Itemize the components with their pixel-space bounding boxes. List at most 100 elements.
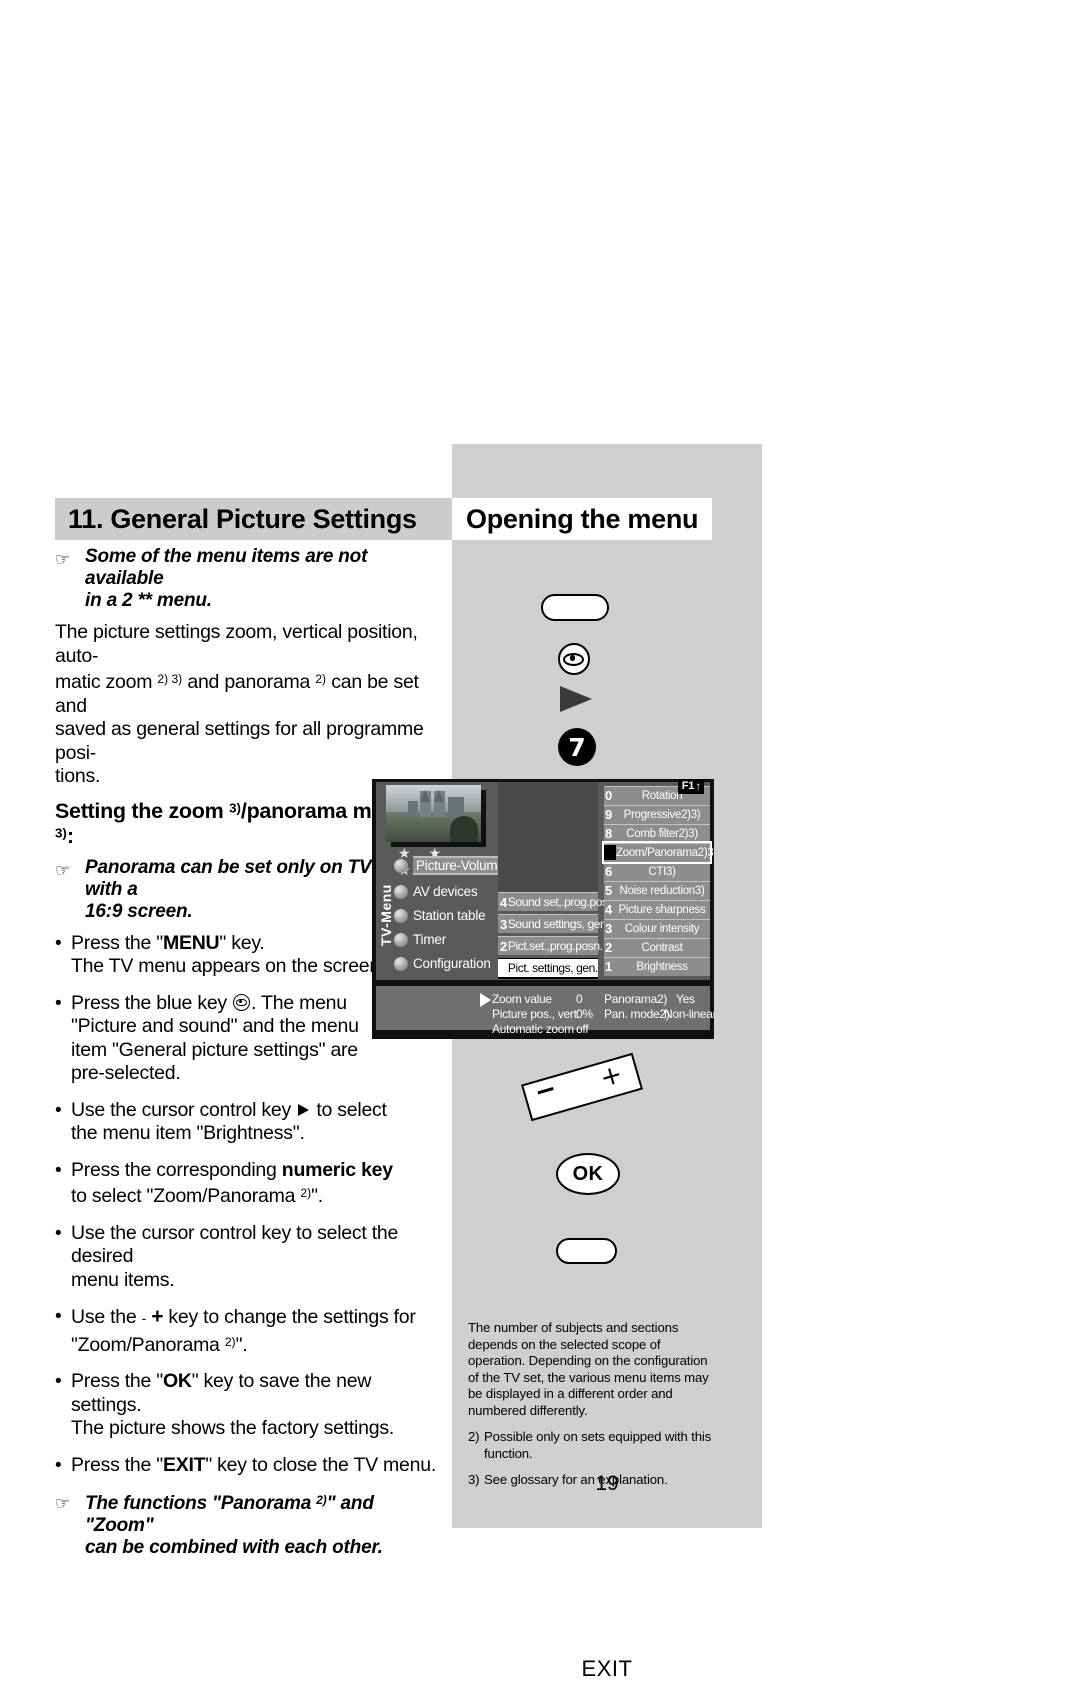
menu-item-label: Pict.set.,prog.posn.: [507, 939, 603, 953]
menu-item-comb-filter[interactable]: 8 Comb filter2)3): [604, 824, 710, 843]
menu-item-label: Noise reduction3): [619, 884, 705, 897]
menu-item-number: 3: [605, 921, 612, 937]
menu-item-pict-settings-gen[interactable]: 1 Pict. settings, gen.: [498, 958, 598, 979]
tv-menu-right-column: F1 ↑ 0 Rotation 9 Progressive2)3) 8 Comb…: [602, 779, 714, 980]
right-arrow-icon: [298, 1103, 310, 1116]
footnote-text: Possible only on sets equipped with this…: [484, 1429, 712, 1461]
menu-item-number: 7: [604, 845, 616, 861]
sidebar-item-configuration[interactable]: Configuration: [394, 954, 491, 973]
exit-key-button[interactable]: [556, 1238, 617, 1264]
bullet-ball-icon: [394, 884, 408, 899]
list-item: • Press the corresponding numeric key to …: [55, 1159, 445, 1209]
bullet-icon: •: [55, 1099, 62, 1121]
menu-item-label: Comb filter2)3): [626, 827, 698, 840]
bullet-icon: •: [55, 1454, 62, 1476]
bullet-ball-icon: [394, 858, 408, 873]
footnote-2: 2) Possible only on sets equipped with t…: [468, 1429, 716, 1462]
menu-item-number: 5: [605, 883, 612, 899]
status-value-automatic-zoom: off: [576, 1022, 589, 1036]
menu-item-cti[interactable]: 6 CTI3): [604, 862, 710, 881]
thumbnail-roof: [420, 790, 430, 803]
status-label-automatic-zoom: Automatic zoom: [492, 1022, 574, 1036]
sidebar-item-av-devices[interactable]: AV devices: [394, 882, 478, 901]
thumbnail-roof: [434, 790, 444, 803]
menu-item-label: Sound set,.prog.pos: [507, 895, 608, 909]
menu-item-sound-settings-gen[interactable]: 3 Sound settings, gen.: [498, 914, 610, 933]
menu-item-number: 2: [605, 940, 612, 956]
menu-item-number: 0: [605, 788, 612, 804]
panel-footnotes: The number of subjects and sections depe…: [468, 1320, 716, 1489]
sidebar-item-label: Station table: [413, 908, 486, 923]
chapter-title: 11. General Picture Settings: [68, 503, 417, 534]
exit-key-label: EXIT: [581, 1656, 633, 1681]
menu-item-label: CTI3): [648, 865, 676, 878]
f1-badge-label: F1: [681, 780, 695, 792]
sidebar-item-picture-volume[interactable]: Picture-Volume: [394, 856, 508, 875]
tv-menu-left-nav: ★ ★ ★ TV-Menu Picture-Volume AV devices …: [376, 782, 508, 980]
menu-item-number: 6: [605, 864, 612, 880]
menu-item-progressive[interactable]: 9 Progressive2)3): [604, 805, 710, 824]
bullet-ball-icon: [394, 908, 408, 923]
menu-item-contrast[interactable]: 2 Contrast: [604, 938, 710, 957]
menu-item-zoom-panorama[interactable]: 7 Zoom/Panorama2)3): [602, 841, 714, 864]
step-plus-minus: Use the - + key to change the settings f…: [71, 1305, 416, 1356]
note-combine: ☞ The functions "Panorama 2)" and "Zoom"…: [55, 1490, 445, 1559]
menu-item-label: Contrast: [641, 941, 683, 954]
menu-item-colour-intensity[interactable]: 3 Colour intensity: [604, 919, 710, 938]
step-numeric-key: Press the corresponding numeric key to se…: [71, 1158, 393, 1208]
f1-badge: F1 ↑: [677, 779, 704, 794]
menu-item-label: Progressive2)3): [623, 808, 701, 821]
step-cursor-select: Use the cursor control key to select the…: [71, 1221, 399, 1291]
tv-menu-status-area: Zoom value 0 Panorama2) Yes Picture pos.…: [376, 980, 714, 1036]
note-combine-text: The functions "Panorama 2)" and "Zoom" ca…: [85, 1493, 383, 1559]
menu-item-picture-sharpness[interactable]: 4 Picture sharpness: [604, 900, 710, 919]
page-number: 19: [595, 1472, 619, 1495]
menu-item-number: 1: [605, 959, 612, 975]
menu-item-label: Colour intensity: [624, 922, 700, 935]
sidebar-item-label: AV devices: [413, 884, 478, 899]
step-press-blue-key: Press the blue key . The menu "Picture an…: [71, 991, 359, 1085]
menu-item-noise-reduction[interactable]: 5 Noise reduction3): [604, 881, 710, 900]
chapter-header: 11. General Picture Settings: [55, 498, 452, 540]
tv-menu-dark-backdrop: [498, 782, 598, 892]
menu-item-label: Zoom/Panorama2)3): [616, 846, 714, 859]
bullet-icon: •: [55, 1371, 62, 1393]
menu-item-label: Picture sharpness: [618, 903, 706, 916]
status-label-picture-pos: Picture pos., vert.: [492, 1007, 580, 1021]
status-value-pan-mode: Non-linear: [664, 1007, 714, 1021]
step-press-menu: Press the "MENU" key. The TV menu appears…: [71, 931, 386, 978]
list-item: • Use the - + key to change the settings…: [55, 1305, 445, 1357]
step-press-exit: Press the "EXIT" key to close the TV men…: [71, 1453, 436, 1476]
bullet-ball-icon: [394, 956, 408, 971]
menu-item-label: Pict. settings, gen.: [507, 961, 598, 975]
menu-item-number: 3: [500, 916, 507, 932]
status-value-panorama: Yes: [676, 992, 695, 1006]
sidebar-item-label: Picture-Volume: [413, 856, 508, 875]
bullet-icon: •: [55, 1306, 62, 1328]
status-label-panorama: Panorama2): [604, 992, 668, 1006]
eye-icon: [233, 993, 251, 1011]
sidebar-item-timer[interactable]: Timer: [394, 930, 446, 949]
status-label-zoom-value: Zoom value: [492, 992, 552, 1006]
list-item: • Use the cursor control key to select th…: [55, 1099, 445, 1146]
bullet-icon: •: [55, 932, 62, 954]
tv-menu-inner: ★ ★ ★ TV-Menu Picture-Volume AV devices …: [376, 779, 714, 1036]
step-cursor-brightness: Use the cursor control key to select the …: [71, 1098, 387, 1145]
pointing-hand-icon: ☞: [55, 860, 71, 880]
footnote-number: 2): [468, 1429, 480, 1444]
list-item: • Use the cursor control key to select t…: [55, 1222, 445, 1293]
up-arrow-icon: ↑: [695, 779, 701, 793]
sidebar-item-label: Timer: [413, 932, 446, 947]
thumbnail-building: [448, 796, 464, 817]
menu-item-brightness[interactable]: 1 Brightness: [604, 957, 710, 976]
menu-item-number: 4: [500, 894, 507, 910]
menu-item-pict-set-prog-posn[interactable]: 2 Pict.set.,prog.posn.: [498, 936, 603, 955]
menu-item-label: Brightness: [636, 960, 688, 973]
list-item: • Press the "EXIT" key to close the TV m…: [55, 1454, 445, 1478]
menu-item-sound-set-prog-pos[interactable]: 4 Sound set,.prog.pos: [498, 892, 608, 911]
left-text-column: ☞ Some of the menu items are not availab…: [55, 546, 445, 1568]
sidebar-item-station-table[interactable]: Station table: [394, 906, 486, 925]
menu-item-label: Sound settings, gen.: [507, 917, 610, 931]
selection-cursor-icon: [480, 993, 491, 1007]
panel-footer-paragraph: The number of subjects and sections depe…: [468, 1320, 709, 1418]
